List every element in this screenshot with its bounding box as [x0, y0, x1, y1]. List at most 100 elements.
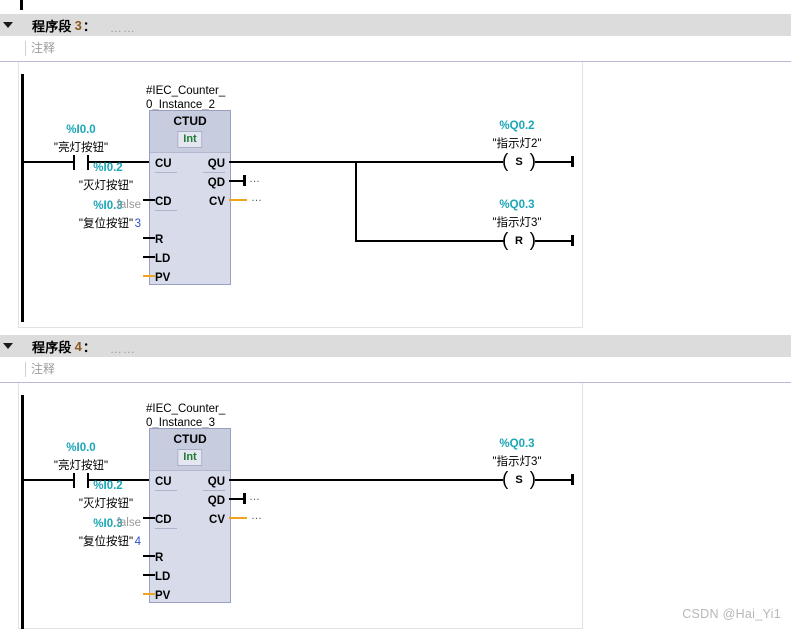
coil-1-symbol-4[interactable]: "指示灯3" [477, 453, 557, 469]
literal-pv-3[interactable]: 3 [81, 218, 141, 230]
network-title-placeholder-4[interactable]: …… [110, 342, 136, 356]
operand-cd-address-3[interactable]: %I0.2 [75, 162, 141, 174]
coil-1-address-3[interactable]: %Q0.2 [477, 120, 557, 132]
contact-symbol-3[interactable]: "亮灯按钮" [41, 139, 121, 155]
cv-open-marker-3[interactable]: … [251, 192, 263, 204]
wire-cd-4 [143, 517, 155, 519]
ladder-canvas-3[interactable]: %I0.0 "亮灯按钮" #IEC_Counter_ 0_Instance_2 … [18, 62, 583, 328]
pin-pv-4[interactable]: PV [155, 590, 170, 602]
pin-r-4[interactable]: R [155, 552, 163, 564]
pin-cd-underline-4 [155, 528, 177, 529]
wire-r-3 [143, 237, 155, 239]
network-title-placeholder-3[interactable]: …… [110, 21, 136, 35]
branch-vertical-3 [355, 161, 357, 242]
operand-cd-address-4[interactable]: %I0.2 [75, 480, 141, 492]
network-header-4[interactable]: 程序段 4 ： …… [0, 335, 791, 357]
network-title-3: 程序段 [32, 18, 72, 34]
wire-qd-endcap-3 [243, 175, 246, 186]
coil-reset-3[interactable]: ( R ) [502, 231, 536, 251]
counter-block-3[interactable]: CTUD Int CU CD R LD PV QU QD CV [149, 110, 231, 285]
wire-ld-3 [143, 256, 155, 258]
literal-ld-4[interactable]: false [81, 517, 141, 529]
pin-cd-underline-3 [155, 210, 177, 211]
pin-cd-3[interactable]: CD [155, 196, 172, 208]
pin-cu-3[interactable]: CU [155, 158, 172, 170]
network-comment-3[interactable]: 注释 [0, 36, 791, 62]
pin-qu-3[interactable]: QU [208, 158, 225, 170]
wire-cv-3 [229, 199, 247, 201]
wire-cv-4 [229, 517, 247, 519]
qd-open-marker-4[interactable]: … [249, 491, 261, 503]
pin-qd-4[interactable]: QD [208, 495, 225, 507]
qd-open-marker-3[interactable]: … [249, 173, 261, 185]
collapse-triangle-icon-3[interactable] [0, 14, 16, 36]
network-comment-4[interactable]: 注释 [0, 357, 791, 383]
counter-block-datatype-3[interactable]: Int [177, 131, 203, 148]
coil-1-endcap-4 [571, 474, 574, 485]
coil-2-wire-right-3 [535, 240, 573, 242]
coil-2-symbol-3[interactable]: "指示灯3" [477, 214, 557, 230]
rung-wire-cu-left-4 [23, 479, 73, 481]
network-title-4: 程序段 [32, 339, 72, 355]
pin-qd-3[interactable]: QD [208, 177, 225, 189]
operand-cd-symbol-4[interactable]: "灭灯按钮" [71, 495, 141, 511]
coil-1-wire-right-3 [535, 161, 573, 163]
cv-open-marker-4[interactable]: … [251, 510, 263, 522]
block-instance-name-line1-4[interactable]: #IEC_Counter_ [146, 402, 225, 416]
network-colon-3: ： [82, 18, 96, 34]
literal-ld-3[interactable]: false [81, 199, 141, 211]
counter-block-name-3: CTUD [173, 114, 207, 128]
network-colon-4: ： [82, 339, 96, 355]
pin-cu-underline-4 [155, 490, 177, 491]
coil-set-3[interactable]: ( S ) [502, 152, 536, 172]
network-comment-text-4[interactable]: 注释 [25, 362, 55, 377]
pin-cd-4[interactable]: CD [155, 514, 172, 526]
branch-lower-wire-3 [355, 240, 505, 242]
operand-cd-symbol-3[interactable]: "灭灯按钮" [71, 177, 141, 193]
coil-2-address-3[interactable]: %Q0.3 [477, 199, 557, 211]
coil-1-wire-right-4 [535, 479, 573, 481]
pin-qu-4[interactable]: QU [208, 476, 225, 488]
pin-qu-underline-4 [203, 490, 225, 491]
pin-cv-4[interactable]: CV [209, 514, 225, 526]
coil-set-4[interactable]: ( S ) [502, 470, 536, 490]
counter-block-4[interactable]: CTUD Int CU CD R LD PV QU QD CV [149, 428, 231, 603]
wire-pv-4 [143, 593, 155, 595]
pin-cu-4[interactable]: CU [155, 476, 172, 488]
network-number-4: 4 [74, 338, 82, 354]
block-instance-name-line1-3[interactable]: #IEC_Counter_ [146, 84, 225, 98]
wire-r-4 [143, 555, 155, 557]
pin-pv-3[interactable]: PV [155, 272, 170, 284]
wire-qu-4 [229, 479, 503, 481]
pin-ld-3[interactable]: LD [155, 253, 170, 265]
ladder-canvas-4[interactable]: %I0.0 "亮灯按钮" #IEC_Counter_ 0_Instance_3 … [18, 383, 583, 629]
coil-2-endcap-3 [571, 235, 574, 246]
wire-cd-3 [143, 199, 155, 201]
counter-block-name-4: CTUD [173, 432, 207, 446]
coil-1-endcap-3 [571, 156, 574, 167]
wire-qd-endcap-4 [243, 493, 246, 504]
power-rail-4 [21, 395, 24, 629]
coil-1-wire-left-3 [357, 161, 503, 163]
network-comment-text-3[interactable]: 注释 [25, 41, 55, 56]
coil-1-address-4[interactable]: %Q0.3 [477, 438, 557, 450]
pin-ld-4[interactable]: LD [155, 571, 170, 583]
pin-cv-3[interactable]: CV [209, 196, 225, 208]
network-header-3[interactable]: 程序段 3 ： …… [0, 14, 791, 36]
wire-pv-3 [143, 275, 155, 277]
power-rail-3 [21, 74, 24, 322]
csdn-watermark: CSDN @Hai_Yi1 [682, 607, 781, 621]
counter-block-datatype-4[interactable]: Int [177, 449, 203, 466]
literal-pv-4[interactable]: 4 [81, 536, 141, 548]
contact-address-3[interactable]: %I0.0 [41, 124, 121, 136]
collapse-triangle-icon-4[interactable] [0, 335, 16, 357]
pin-cu-underline-3 [155, 172, 177, 173]
pin-qu-underline-3 [203, 172, 225, 173]
network-number-3: 3 [74, 17, 82, 33]
wire-ld-4 [143, 574, 155, 576]
rung-wire-cu-left-3 [23, 161, 73, 163]
coil-1-symbol-3[interactable]: "指示灯2" [477, 135, 557, 151]
pin-r-3[interactable]: R [155, 234, 163, 246]
contact-address-4[interactable]: %I0.0 [41, 442, 121, 454]
contact-symbol-4[interactable]: "亮灯按钮" [41, 457, 121, 473]
